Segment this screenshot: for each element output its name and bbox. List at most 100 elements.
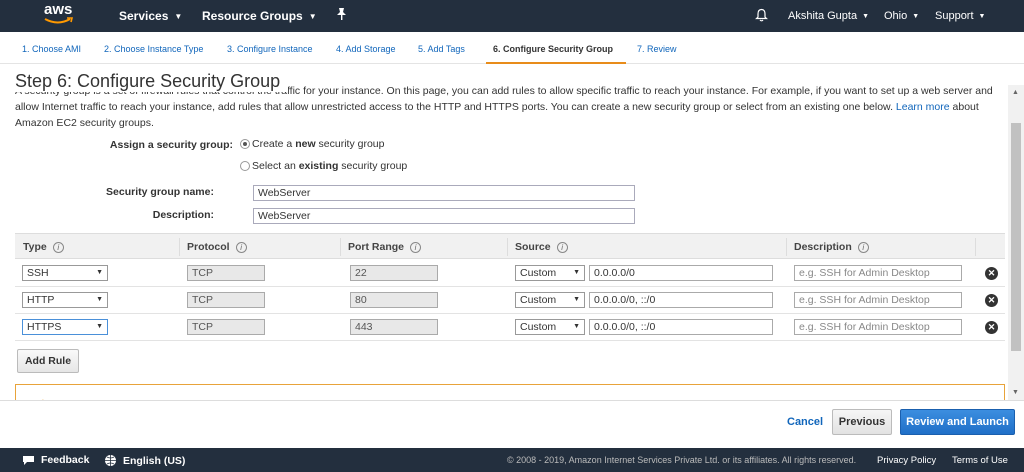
add-rule-button[interactable]: Add Rule bbox=[17, 349, 79, 373]
user-menu[interactable]: Akshita Gupta ▼ bbox=[788, 10, 869, 22]
rule-description-input[interactable]: e.g. SSH for Admin Desktop bbox=[794, 319, 962, 335]
rule-description-input[interactable]: e.g. SSH for Admin Desktop bbox=[794, 292, 962, 308]
dropdown-arrow-icon: ▼ bbox=[573, 269, 580, 276]
source-cidr-input[interactable]: 0.0.0.0/0, ::/0 bbox=[589, 292, 773, 308]
type-select[interactable]: HTTP ▼ bbox=[22, 292, 108, 308]
tab-review[interactable]: 7. Review bbox=[637, 44, 677, 54]
port-range-field: 80 bbox=[350, 292, 438, 308]
scrollbar-thumb[interactable] bbox=[1011, 123, 1021, 351]
port-range-field: 22 bbox=[350, 265, 438, 281]
chevron-down-icon: ▼ bbox=[174, 12, 183, 21]
description-line-2: allow Internet traffic to reach your ins… bbox=[15, 101, 893, 113]
warning-box: ▲ bbox=[15, 384, 1005, 400]
table-row: HTTPS ▼ TCP 443 Custom ▼ 0.0.0.0/0, ::/0 e… bbox=[15, 314, 1005, 341]
terms-of-use-link[interactable]: Terms of Use bbox=[952, 455, 1008, 466]
aws-smile-icon bbox=[44, 17, 74, 24]
feedback-label: Feedback bbox=[41, 454, 90, 466]
header-description: Description i bbox=[794, 241, 869, 253]
type-select[interactable]: HTTPS ▼ bbox=[22, 319, 108, 335]
source-select[interactable]: Custom ▼ bbox=[515, 319, 585, 335]
info-icon[interactable]: i bbox=[857, 242, 869, 253]
chevron-down-icon: ▼ bbox=[862, 13, 870, 20]
resource-groups-menu[interactable]: Resource Groups ▼ bbox=[202, 9, 317, 23]
source-select[interactable]: Custom ▼ bbox=[515, 292, 585, 308]
rule-description-input[interactable]: e.g. SSH for Admin Desktop bbox=[794, 265, 962, 281]
tab-add-storage[interactable]: 4. Add Storage bbox=[336, 44, 396, 54]
description-line-3: Amazon EC2 security groups. bbox=[15, 117, 154, 129]
radio-create-new[interactable]: Create a new security group bbox=[240, 138, 385, 150]
wizard-action-bar: Cancel Previous Review and Launch bbox=[0, 400, 1024, 444]
previous-button[interactable]: Previous bbox=[832, 409, 892, 435]
delete-rule-icon[interactable]: ✕ bbox=[985, 294, 998, 307]
language-selector[interactable]: English (US) bbox=[104, 454, 185, 467]
region-menu[interactable]: Ohio ▼ bbox=[884, 10, 919, 22]
wizard-steps: 1. Choose AMI 2. Choose Instance Type 3.… bbox=[0, 32, 1024, 64]
user-name: Akshita Gupta bbox=[788, 10, 858, 22]
info-icon[interactable]: i bbox=[556, 242, 568, 253]
header-source: Source i bbox=[515, 241, 568, 253]
radio-button-unchecked[interactable] bbox=[240, 161, 250, 171]
support-menu[interactable]: Support ▼ bbox=[935, 10, 985, 22]
region-name: Ohio bbox=[884, 10, 908, 22]
review-and-launch-button[interactable]: Review and Launch bbox=[900, 409, 1015, 435]
source-cidr-input[interactable]: 0.0.0.0/0 bbox=[589, 265, 773, 281]
radio-button-checked[interactable] bbox=[240, 139, 250, 149]
scroll-up-icon[interactable]: ▲ bbox=[1012, 89, 1019, 96]
info-icon[interactable]: i bbox=[410, 242, 422, 253]
top-navigation-bar: aws Services ▼ Resource Groups ▼ Akshita G… bbox=[0, 0, 1024, 32]
bell-icon[interactable] bbox=[755, 8, 768, 25]
privacy-policy-link[interactable]: Privacy Policy bbox=[877, 455, 936, 466]
chevron-down-icon: ▼ bbox=[978, 13, 986, 20]
table-row: HTTP ▼ TCP 80 Custom ▼ 0.0.0.0/0, ::/0 e.g… bbox=[15, 287, 1005, 314]
column-divider bbox=[975, 238, 976, 256]
description-input[interactable]: WebServer bbox=[253, 208, 635, 224]
copyright-text: © 2008 - 2019, Amazon Internet Services … bbox=[507, 455, 857, 465]
protocol-field: TCP bbox=[187, 292, 265, 308]
table-row: SSH ▼ TCP 22 Custom ▼ 0.0.0.0/0 e.g. SSH f… bbox=[15, 260, 1005, 287]
source-cidr-input[interactable]: 0.0.0.0/0, ::/0 bbox=[589, 319, 773, 335]
info-icon[interactable]: i bbox=[235, 242, 247, 253]
rules-table-header: Type i Protocol i Port Range i Source i Desc… bbox=[15, 233, 1005, 259]
main-content: A security group is a set of firewall ru… bbox=[0, 65, 1008, 400]
description-about: about bbox=[952, 101, 979, 113]
tab-configure-security-group[interactable]: 6. Configure Security Group bbox=[493, 44, 613, 54]
security-group-name-input[interactable]: WebServer bbox=[253, 185, 635, 201]
protocol-field: TCP bbox=[187, 265, 265, 281]
aws-logo[interactable]: aws bbox=[44, 2, 80, 28]
vertical-scrollbar[interactable]: ▲ ▼ bbox=[1008, 85, 1024, 400]
dropdown-arrow-icon: ▼ bbox=[573, 296, 580, 303]
delete-rule-icon[interactable]: ✕ bbox=[985, 321, 998, 334]
aws-logo-text: aws bbox=[44, 1, 73, 18]
cancel-link[interactable]: Cancel bbox=[787, 416, 823, 428]
delete-rule-icon[interactable]: ✕ bbox=[985, 267, 998, 280]
dropdown-arrow-icon: ▼ bbox=[96, 296, 103, 303]
chevron-down-icon: ▼ bbox=[912, 13, 920, 20]
source-select[interactable]: Custom ▼ bbox=[515, 265, 585, 281]
type-select[interactable]: SSH ▼ bbox=[22, 265, 108, 281]
info-icon[interactable]: i bbox=[52, 242, 64, 253]
resource-groups-label: Resource Groups bbox=[202, 9, 303, 23]
tab-configure-instance[interactable]: 3. Configure Instance bbox=[227, 44, 313, 54]
dropdown-arrow-icon: ▼ bbox=[96, 323, 103, 330]
chat-bubble-icon bbox=[23, 455, 34, 465]
services-label: Services bbox=[119, 9, 169, 23]
description-label: Description: bbox=[152, 209, 214, 221]
tab-add-tags[interactable]: 5. Add Tags bbox=[418, 44, 465, 54]
header-type: Type i bbox=[23, 241, 64, 253]
feedback-button[interactable]: Feedback bbox=[22, 454, 89, 466]
learn-more-link[interactable]: Learn more bbox=[896, 101, 950, 113]
dropdown-arrow-icon: ▼ bbox=[573, 323, 580, 330]
scroll-down-icon[interactable]: ▼ bbox=[1012, 389, 1019, 396]
page-title: Step 6: Configure Security Group bbox=[15, 71, 289, 92]
dropdown-arrow-icon: ▼ bbox=[96, 269, 103, 276]
protocol-field: TCP bbox=[187, 319, 265, 335]
column-divider bbox=[786, 238, 787, 256]
pin-icon[interactable] bbox=[336, 7, 347, 23]
tab-choose-ami[interactable]: 1. Choose AMI bbox=[22, 44, 81, 54]
tab-choose-instance-type[interactable]: 2. Choose Instance Type bbox=[104, 44, 203, 54]
services-menu[interactable]: Services ▼ bbox=[119, 9, 182, 23]
column-divider bbox=[507, 238, 508, 256]
chevron-down-icon: ▼ bbox=[308, 12, 317, 21]
language-label: English (US) bbox=[123, 454, 186, 467]
radio-select-existing[interactable]: Select an existing security group bbox=[240, 160, 407, 172]
